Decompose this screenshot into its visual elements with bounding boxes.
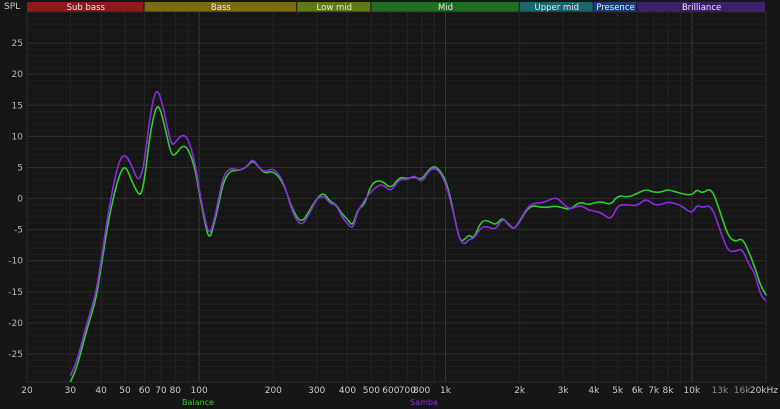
y-tick-label: 0 [17,195,23,205]
y-tick-label: 20 [12,70,24,80]
y-axis-ticks: 25 20 15 10 5 0 -5 -10 -15 -20 -25 [8,39,23,360]
x-tick-label: 5k [612,386,624,396]
y-tick-label: -20 [8,319,23,329]
series-lines [69,90,767,383]
x-tick-label: 8k [662,386,674,396]
x-tick-label: 80 [170,386,182,396]
series-line-balance [69,106,767,383]
x-tick-label: 1k [440,386,452,396]
x-tick-label: 300 [308,386,325,396]
x-tick-label: 13k [712,386,729,396]
x-tick-label: 500 [363,386,380,396]
y-tick-label: -25 [8,350,23,360]
x-tick-label: 4k [588,386,600,396]
x-tick-label: 200 [265,386,282,396]
x-tick-label: 70 [155,386,167,396]
x-tick-label: 16k [734,386,751,396]
y-tick-label: 10 [12,132,24,142]
legend: Balance Samba [182,398,438,407]
x-tick-label: 20 [21,386,33,396]
x-tick-label: 6k [632,386,644,396]
x-tick-label: 400 [339,386,356,396]
y-tick-label: -10 [8,257,23,267]
x-tick-label: 3k [558,386,570,396]
y-tick-label: -15 [8,288,23,298]
y-tick-label: 15 [12,101,23,111]
x-tick-label: 60 [139,386,151,396]
x-tick-label: 2k [514,386,526,396]
y-axis-label: SPL [4,2,20,12]
legend-item-samba: Samba [410,398,438,407]
y-tick-label: 25 [12,39,23,49]
frequency-response-chart: Sub bass Bass Low mid Mid Upper mid Presence B… [0,0,780,409]
y-tick-label: -5 [14,226,23,236]
chart-canvas: Sub bass Bass Low mid Mid Upper mid Presence B… [4,2,778,407]
y-tick-label: 5 [17,163,23,173]
frequency-band-bar: Sub bass Bass Low mid Mid Upper mid Presence B… [27,2,765,13]
grid-lines [26,11,767,383]
x-tick-label: 30 [65,386,77,396]
x-tick-label: 20kHz [750,386,778,396]
x-tick-label: 50 [119,386,131,396]
x-axis-ticks: 20 30 40 50 60 70 80 100 200 300 400 500 600 700800 1k… [21,386,778,396]
x-tick-label: 10k [684,386,701,396]
series-line-samba [69,90,767,377]
x-tick-label: 600 [382,386,399,396]
x-tick-label: 7k [648,386,660,396]
x-tick-label: 40 [95,386,107,396]
x-tick-label: 800 [413,386,430,396]
legend-item-balance: Balance [182,398,214,407]
x-tick-label: 100 [191,386,208,396]
